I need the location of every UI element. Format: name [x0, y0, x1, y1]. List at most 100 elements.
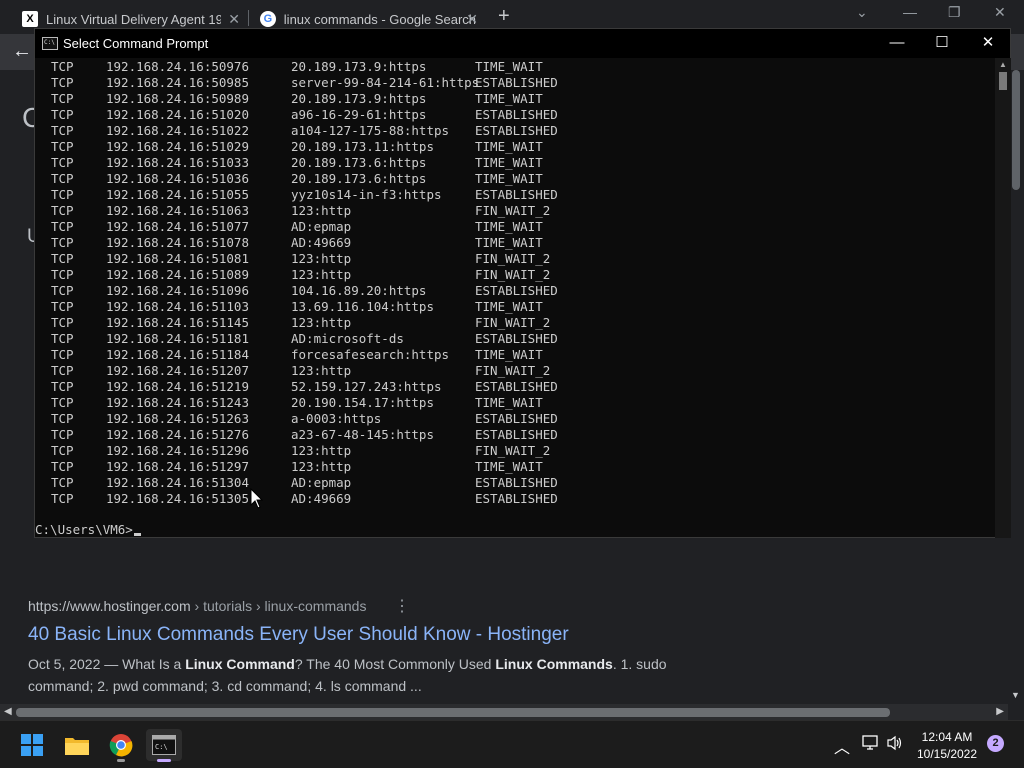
protocol-cell: TCP — [51, 187, 74, 202]
local-address-cell: 192.168.24.16:51078 — [106, 235, 249, 250]
command-prompt-taskbar-icon[interactable]: C:\ — [146, 729, 182, 762]
foreign-address-cell: AD:epmap — [291, 219, 352, 234]
state-cell: TIME_WAIT — [475, 139, 543, 154]
local-address-cell: 192.168.24.16:51184 — [106, 347, 249, 362]
close-icon[interactable]: ✕ — [466, 11, 478, 28]
taskbar: C:\ ︿ 12:04 AM 10/15/2022 — [0, 720, 1024, 768]
console-output[interactable]: TCP 192.168.24.16:50976 20.189.173.9:https… — [35, 58, 995, 538]
volume-icon[interactable] — [886, 735, 904, 754]
restore-icon[interactable]: ❐ — [948, 4, 961, 21]
result-title-link[interactable]: 40 Basic Linux Commands Every User Shoul… — [28, 624, 569, 646]
foreign-address-cell: yyz10s14-in-f3:https — [291, 187, 442, 202]
local-address-cell: 192.168.24.16:50976 — [106, 59, 249, 74]
local-address-cell: 192.168.24.16:51033 — [106, 155, 249, 170]
protocol-cell: TCP — [51, 379, 74, 394]
protocol-cell: TCP — [51, 411, 74, 426]
chrome-icon[interactable] — [103, 729, 139, 762]
protocol-cell: TCP — [51, 299, 74, 314]
foreign-address-cell: a104-127-175-88:https — [291, 123, 450, 138]
foreign-address-cell: 20.189.173.6:https — [291, 155, 427, 170]
local-address-cell: 192.168.24.16:51181 — [106, 331, 249, 346]
snippet-bold: Linux Command — [185, 656, 295, 672]
state-cell: TIME_WAIT — [475, 395, 543, 410]
network-icon[interactable] — [862, 735, 880, 754]
scrollbar-thumb[interactable] — [1012, 70, 1020, 190]
local-address-cell: 192.168.24.16:51089 — [106, 267, 249, 282]
windows-start-icon[interactable] — [14, 729, 50, 761]
svg-text:C:\: C:\ — [155, 743, 168, 751]
state-cell: ESTABLISHED — [475, 427, 558, 442]
foreign-address-cell: 20.189.173.9:https — [291, 91, 427, 106]
local-address-cell: 192.168.24.16:51020 — [106, 107, 249, 122]
tab-search-icon[interactable]: ⌄ — [856, 4, 868, 21]
foreign-address-cell: 20.190.154.17:https — [291, 395, 434, 410]
scroll-left-arrow-icon[interactable]: ◀ — [4, 706, 12, 717]
protocol-cell: TCP — [51, 283, 74, 298]
minimize-button[interactable]: — — [877, 32, 917, 54]
protocol-cell: TCP — [51, 491, 74, 506]
foreign-address-cell: a23-67-48-145:https — [291, 427, 434, 442]
tab-title: Linux Virtual Delivery Agent 1912 — [46, 11, 221, 27]
scroll-up-arrow-icon[interactable]: ▲ — [999, 60, 1007, 69]
maximize-button[interactable]: ☐ — [922, 32, 962, 54]
more-options-icon[interactable]: ⋮ — [394, 596, 410, 616]
clock[interactable]: 12:04 AM 10/15/2022 — [912, 729, 982, 763]
protocol-cell: TCP — [51, 75, 74, 90]
show-hidden-icons-chevron-icon[interactable]: ︿ — [834, 734, 850, 758]
back-arrow-icon[interactable]: ← — [12, 40, 32, 63]
snippet-text: Oct 5, 2022 — What Is a — [28, 656, 186, 672]
command-prompt-window[interactable]: C:\ Select Command Prompt — ☐ ✕ TCP 192.1… — [34, 28, 1011, 538]
state-cell: ESTABLISHED — [475, 123, 558, 138]
clock-time: 12:04 AM — [921, 730, 973, 744]
result-snippet: Oct 5, 2022 — What Is a Linux Command? T… — [28, 653, 668, 697]
scroll-right-arrow-icon[interactable]: ▶ — [996, 706, 1004, 717]
result-url-path: › tutorials › linux-commands — [190, 598, 367, 614]
scroll-down-arrow-icon[interactable]: ▼ — [1011, 690, 1020, 700]
local-address-cell: 192.168.24.16:51263 — [106, 411, 249, 426]
local-address-cell: 192.168.24.16:51297 — [106, 459, 249, 474]
prompt-text: C:\Users\VM6> — [35, 522, 133, 537]
protocol-cell: TCP — [51, 219, 74, 234]
snippet-bold: Linux Commands — [495, 656, 613, 672]
minimize-icon[interactable]: — — [903, 4, 917, 20]
foreign-address-cell: AD:49669 — [291, 491, 352, 506]
state-cell: FIN_WAIT_2 — [475, 251, 551, 266]
protocol-cell: TCP — [51, 155, 74, 170]
protocol-cell: TCP — [51, 107, 74, 122]
protocol-cell: TCP — [51, 123, 74, 138]
active-indicator — [157, 759, 171, 762]
result-url[interactable]: https://www.hostinger.com › tutorials › … — [28, 598, 366, 614]
cmd-title-bar[interactable]: C:\ Select Command Prompt — ☐ ✕ — [35, 29, 1010, 58]
state-cell: ESTABLISHED — [475, 379, 558, 394]
local-address-cell: 192.168.24.16:51096 — [106, 283, 249, 298]
command-prompt-line[interactable]: C:\Users\VM6> — [35, 522, 141, 537]
protocol-cell: TCP — [51, 171, 74, 186]
foreign-address-cell: 123:http — [291, 443, 352, 458]
foreign-address-cell: a-0003:https — [291, 411, 382, 426]
command-prompt-icon: C:\ — [42, 37, 58, 50]
new-tab-button[interactable]: + — [498, 5, 510, 28]
protocol-cell: TCP — [51, 475, 74, 490]
foreign-address-cell: forcesafesearch:https — [291, 347, 450, 362]
close-icon[interactable]: ✕ — [228, 11, 240, 28]
file-explorer-icon[interactable] — [59, 729, 95, 761]
state-cell: TIME_WAIT — [475, 155, 543, 170]
close-button[interactable]: ✕ — [968, 32, 1008, 54]
state-cell: FIN_WAIT_2 — [475, 315, 551, 330]
clock-date: 10/15/2022 — [916, 747, 978, 761]
page-horizontal-scrollbar[interactable]: ◀ ▶ — [0, 704, 1008, 720]
google-icon: G — [260, 11, 276, 27]
scrollbar-thumb[interactable] — [999, 72, 1007, 90]
close-window-icon[interactable]: ✕ — [994, 4, 1006, 21]
scrollbar-thumb[interactable] — [16, 708, 890, 717]
foreign-address-cell: 123:http — [291, 363, 352, 378]
console-scrollbar[interactable]: ▲ — [995, 58, 1011, 538]
local-address-cell: 192.168.24.16:51081 — [106, 251, 249, 266]
foreign-address-cell: 123:http — [291, 459, 352, 474]
protocol-cell: TCP — [51, 139, 74, 154]
protocol-cell: TCP — [51, 427, 74, 442]
notification-badge[interactable]: 2 — [987, 735, 1004, 752]
mouse-pointer-icon — [250, 488, 264, 509]
foreign-address-cell: AD:epmap — [291, 475, 352, 490]
local-address-cell: 192.168.24.16:51103 — [106, 299, 249, 314]
